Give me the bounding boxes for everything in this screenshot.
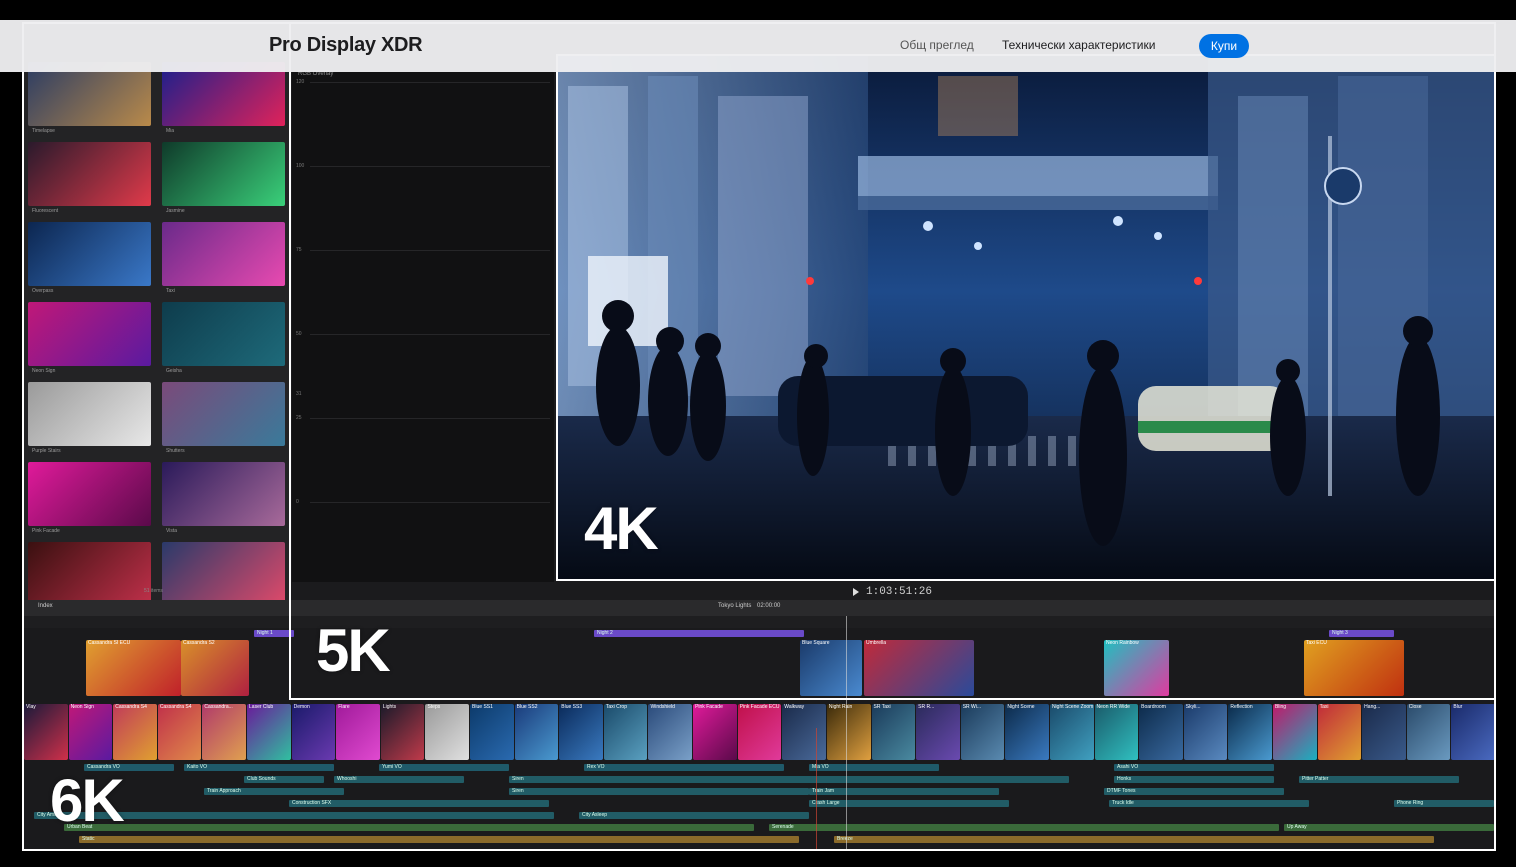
display-frame: Timelapse Mia Fluorescent Jasmine Overpass Ta… (0, 0, 1516, 867)
buy-button[interactable]: Купи (1199, 34, 1249, 58)
resolution-label-6k: 6K (50, 767, 125, 834)
resolution-label-5k: 5K (316, 617, 391, 684)
resolution-box-6k (22, 22, 1496, 851)
product-nav: Pro Display XDR Общ преглед Технически х… (0, 20, 1516, 72)
product-title[interactable]: Pro Display XDR (269, 34, 423, 57)
nav-link-overview[interactable]: Общ преглед (900, 38, 974, 52)
nav-link-tech-specs[interactable]: Технически характеристики (1002, 38, 1155, 52)
resolution-label-4k: 4K (584, 495, 659, 562)
